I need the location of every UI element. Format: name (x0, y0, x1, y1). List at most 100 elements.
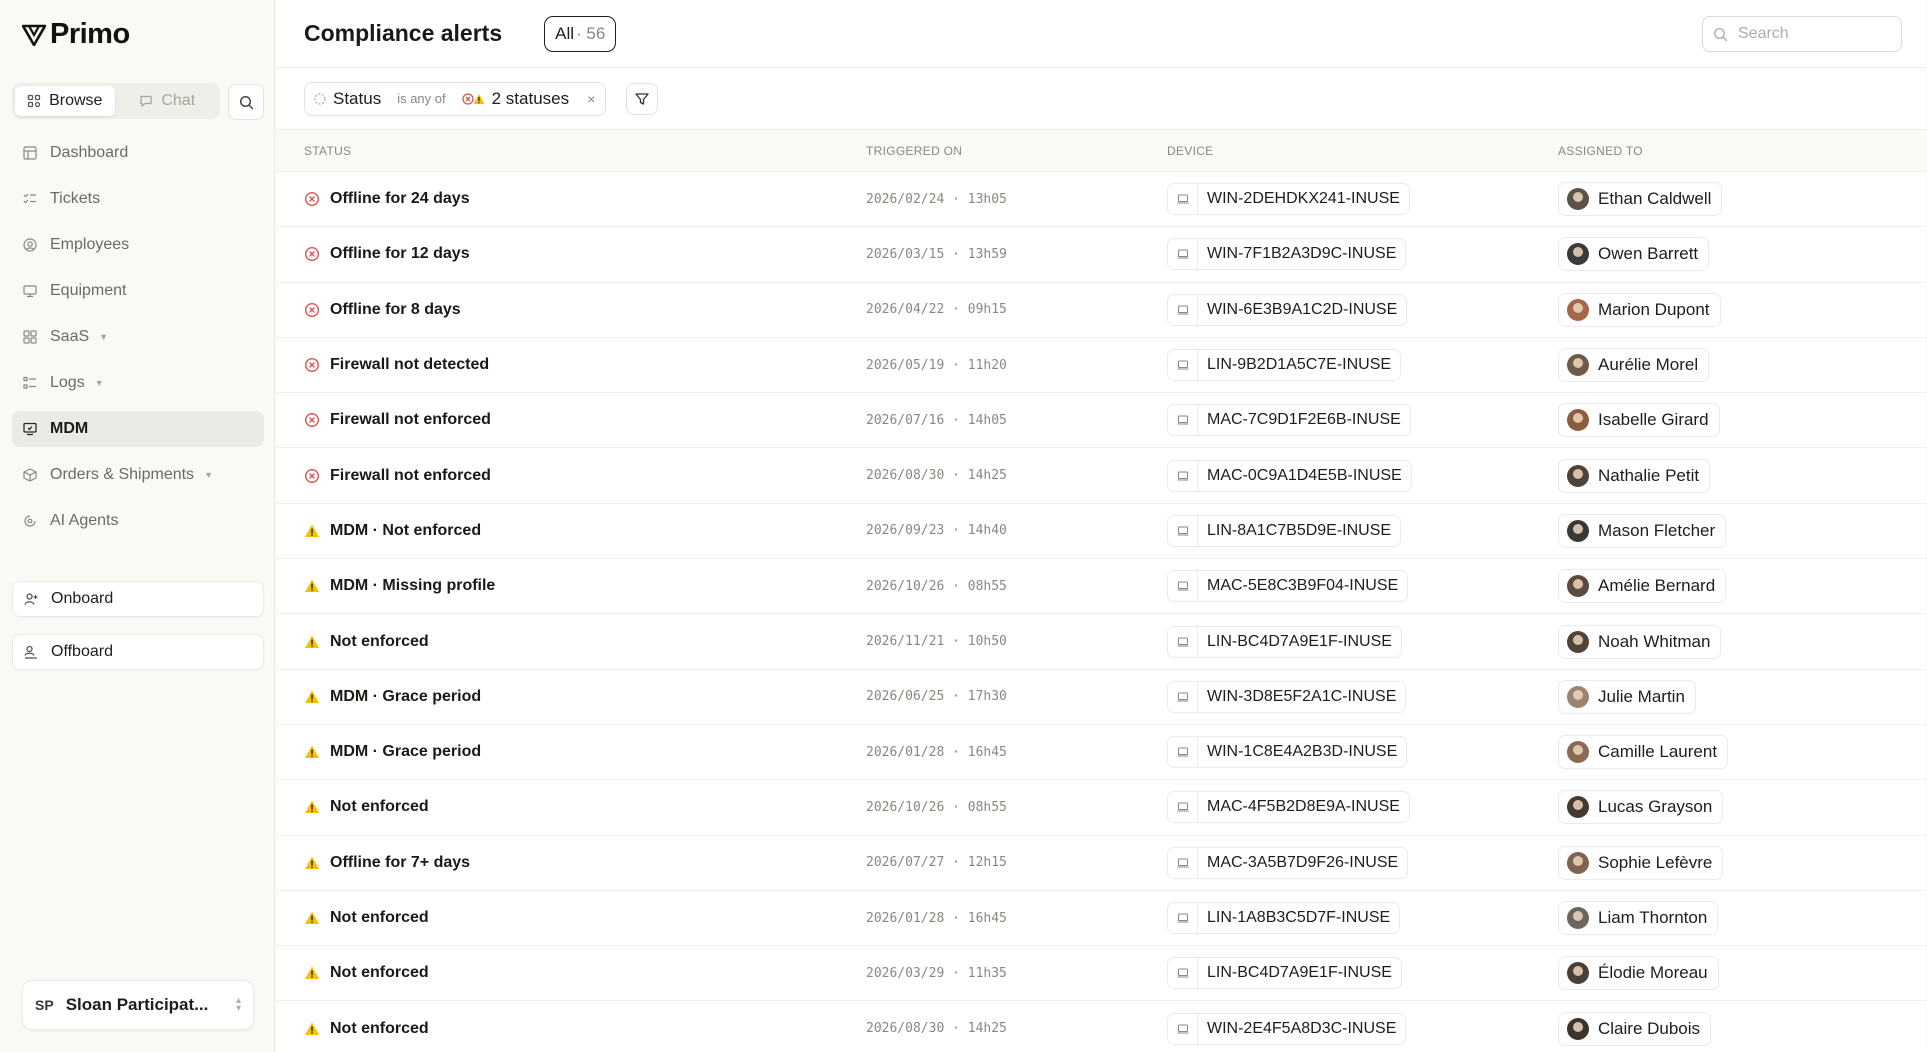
logo[interactable]: Primo (22, 18, 130, 51)
status-text: MDM · Missing profile (330, 577, 496, 595)
filter-operator[interactable]: is any of (389, 83, 453, 115)
column-header-triggered-on[interactable]: TRIGGERED ON (866, 144, 1167, 158)
chat-mode-button[interactable]: Chat (118, 86, 218, 116)
assignee-chip[interactable]: Isabelle Girard (1558, 403, 1720, 438)
chevron-down-icon[interactable]: ▼ (95, 378, 104, 388)
table-row[interactable]: Not enforced 2026/03/29 · 11h35 LIN-BC4D7A… (276, 946, 1926, 1002)
chevron-down-icon[interactable]: ▼ (99, 332, 108, 342)
status-cell: Offline for 8 days (276, 301, 866, 319)
assignee-chip[interactable]: Élodie Moreau (1558, 956, 1719, 991)
triggered-on-cell: 2026/08/30 · 14h25 (866, 1021, 1007, 1037)
device-chip[interactable]: MAC-5E8C3B9F04-INUSE (1167, 570, 1409, 603)
device-chip[interactable]: LIN-BC4D7A9E1F-INUSE (1167, 957, 1402, 990)
table-row[interactable]: Firewall not detected 2026/05/19 · 11h20 L… (276, 338, 1926, 394)
assignee-chip[interactable]: Camille Laurent (1558, 735, 1729, 770)
assigned-to-cell: Liam Thornton (1558, 901, 1926, 935)
device-chip[interactable]: MAC-0C9A1D4E5B-INUSE (1167, 459, 1412, 492)
assigned-to-cell: Marion Dupont (1558, 292, 1926, 327)
search-input[interactable]: Search (1702, 16, 1902, 52)
table-row[interactable]: MDM · Not enforced 2026/09/23 · 14h40 LIN-… (276, 504, 1926, 560)
sidebar-item-orders-shipments[interactable]: Orders & Shipments ▼ (12, 457, 264, 493)
sidebar-item-logs[interactable]: Logs ▼ (12, 365, 264, 401)
sidebar-item-ai-agents[interactable]: AI Agents (12, 503, 264, 539)
all-alerts-tab[interactable]: All · 56 (544, 15, 617, 52)
avatar (1567, 630, 1589, 653)
table-row[interactable]: MDM · Missing profile 2026/10/26 · 08h55 M… (276, 559, 1926, 615)
triggered-on-cell: 2026/05/19 · 11h20 (866, 357, 1007, 373)
table-row[interactable]: Firewall not enforced 2026/08/30 · 14h25 M… (276, 448, 1926, 504)
device-chip[interactable]: WIN-3D8E5F2A1C-INUSE (1167, 680, 1407, 713)
filter-field[interactable]: Status (305, 83, 389, 115)
onboard-button[interactable]: Onboard (12, 581, 264, 617)
table-row[interactable]: Not enforced 2026/01/28 · 16h45 LIN-1A8B3C… (276, 891, 1926, 947)
filter-value[interactable]: 2 statuses (454, 83, 578, 115)
device-chip[interactable]: LIN-BC4D7A9E1F-INUSE (1167, 625, 1402, 658)
device-chip[interactable]: WIN-2DEHDKX241-INUSE (1167, 183, 1410, 216)
table-row[interactable]: Not enforced 2026/10/26 · 08h55 MAC-4F5B2D… (276, 780, 1926, 836)
chevron-down-icon[interactable]: ▼ (204, 470, 213, 480)
assignee-chip[interactable]: Owen Barrett (1558, 237, 1710, 272)
laptop-icon (1168, 239, 1198, 270)
device-chip[interactable]: MAC-4F5B2D8E9A-INUSE (1167, 791, 1410, 824)
sidebar-item-dashboard[interactable]: Dashboard (12, 135, 264, 171)
assignee-chip[interactable]: Liam Thornton (1558, 901, 1719, 935)
table-row[interactable]: Offline for 7+ days 2026/07/27 · 12h15 MAC… (276, 836, 1926, 891)
table-row[interactable]: Offline for 12 days 2026/03/15 · 13h59 WIN… (276, 227, 1926, 283)
table-row[interactable]: Offline for 8 days 2026/04/22 · 09h15 WIN-… (276, 283, 1926, 338)
assignee-chip[interactable]: Claire Dubois (1558, 1011, 1712, 1046)
error-warning-icon (461, 92, 485, 105)
laptop-icon (1168, 515, 1198, 546)
assignee-chip[interactable]: Lucas Grayson (1558, 790, 1724, 825)
triggered-on-cell: 2026/07/16 · 14h05 (866, 412, 1007, 428)
device-chip[interactable]: WIN-2E4F5A8D3C-INUSE (1167, 1012, 1407, 1045)
device-chip[interactable]: LIN-9B2D1A5C7E-INUSE (1167, 349, 1402, 382)
device-chip[interactable]: LIN-8A1C7B5D9E-INUSE (1167, 514, 1402, 547)
device-chip[interactable]: WIN-1C8E4A2B3D-INUSE (1167, 736, 1408, 769)
table-row[interactable]: MDM · Grace period 2026/01/28 · 16h45 WIN-… (276, 725, 1926, 781)
sidebar-item-saas[interactable]: SaaS ▼ (12, 319, 264, 355)
device-chip[interactable]: MAC-7C9D1F2E6B-INUSE (1167, 404, 1411, 437)
assignee-chip[interactable]: Mason Fletcher (1558, 513, 1727, 548)
assignee-chip[interactable]: Amélie Bernard (1558, 569, 1727, 604)
assignee-chip[interactable]: Julie Martin (1558, 679, 1696, 714)
sidebar-search-button[interactable] (228, 84, 264, 120)
browse-mode-button[interactable]: Browse (15, 86, 115, 116)
assignee-chip[interactable]: Nathalie Petit (1558, 458, 1711, 493)
filter-button[interactable] (626, 82, 659, 115)
table-row[interactable]: MDM · Grace period 2026/06/25 · 17h30 WIN-… (276, 670, 1926, 725)
status-text: Firewall not detected (330, 356, 490, 374)
offboard-button[interactable]: Offboard (12, 634, 264, 670)
device-chip[interactable]: LIN-1A8B3C5D7F-INUSE (1167, 902, 1401, 934)
user-account-menu[interactable]: SP Sloan Participat... ▴ ▾ (22, 980, 254, 1030)
close-icon[interactable]: × (577, 91, 605, 107)
mdm-icon (23, 422, 37, 436)
column-header-device[interactable]: DEVICE (1167, 144, 1558, 158)
status-cell: Not enforced (276, 798, 866, 816)
status-filter-chip[interactable]: Status is any of 2 statuses × (304, 81, 607, 116)
column-header-status[interactable]: STATUS (276, 144, 866, 158)
assignee-name: Isabelle Girard (1598, 410, 1709, 430)
sidebar-item-mdm[interactable]: MDM (12, 411, 264, 447)
device-chip[interactable]: WIN-7F1B2A3D9C-INUSE (1167, 238, 1407, 271)
assignee-chip[interactable]: Marion Dupont (1558, 292, 1721, 327)
table-row[interactable]: Firewall not enforced 2026/07/16 · 14h05 M… (276, 393, 1926, 449)
table-row[interactable]: Not enforced 2026/08/30 · 14h25 WIN-2E4F5A… (276, 1001, 1926, 1052)
assignee-chip[interactable]: Noah Whitman (1558, 624, 1722, 659)
search-placeholder: Search (1738, 25, 1789, 42)
device-chip[interactable]: WIN-6E3B9A1C2D-INUSE (1167, 293, 1408, 326)
user-exit-icon (24, 645, 37, 659)
device-cell: WIN-1C8E4A2B3D-INUSE (1167, 736, 1558, 769)
assignee-chip[interactable]: Sophie Lefèvre (1558, 845, 1724, 880)
device-chip[interactable]: MAC-3A5B7D9F26-INUSE (1167, 846, 1409, 879)
table-row[interactable]: Not enforced 2026/11/21 · 10h50 LIN-BC4D7A… (276, 614, 1926, 670)
sidebar-item-employees[interactable]: Employees (12, 227, 264, 263)
sidebar-item-equipment[interactable]: Equipment (12, 273, 264, 309)
sidebar-item-tickets[interactable]: Tickets (12, 181, 264, 217)
column-header-assigned-to[interactable]: ASSIGNED TO (1558, 144, 1926, 158)
assignee-chip[interactable]: Aurélie Morel (1558, 348, 1710, 383)
laptop-icon (1168, 626, 1198, 657)
assignee-chip[interactable]: Ethan Caldwell (1558, 182, 1723, 217)
sidebar: Primo Browse Chat Dashboard Tickets Empl… (0, 0, 275, 1052)
device-name: LIN-1A8B3C5D7F-INUSE (1207, 909, 1391, 926)
table-row[interactable]: Offline for 24 days 2026/02/24 · 13h05 WIN… (276, 172, 1926, 228)
